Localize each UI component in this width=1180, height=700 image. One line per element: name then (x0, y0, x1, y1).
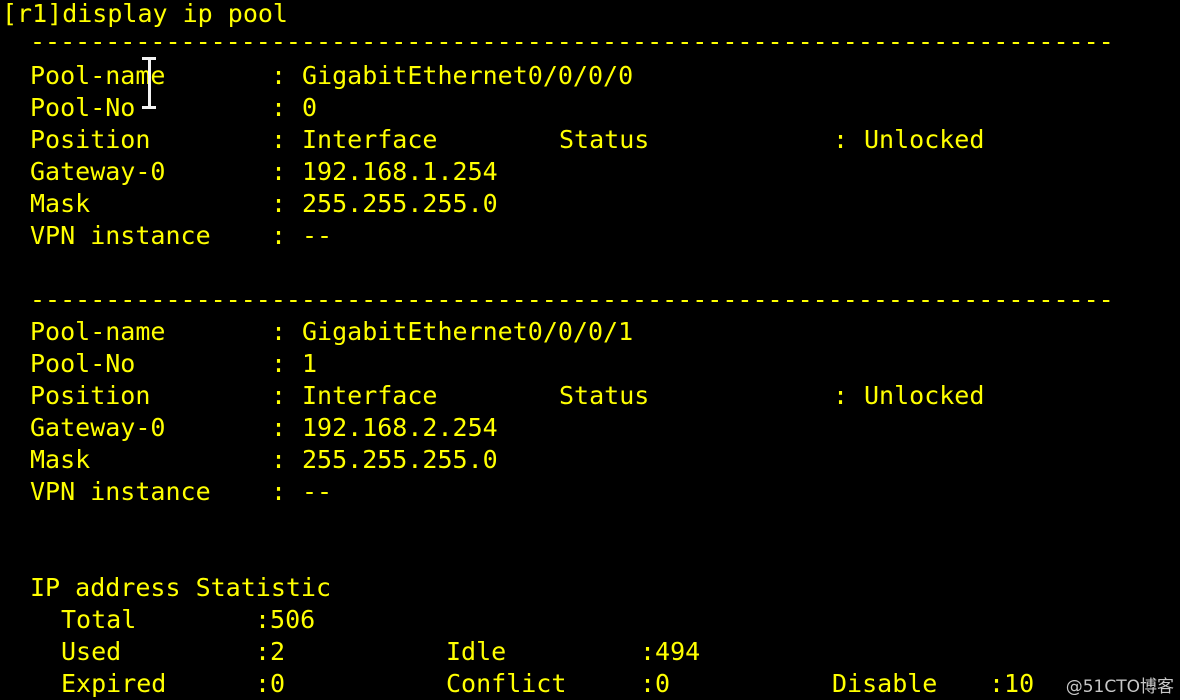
field-colon: : (271, 157, 287, 186)
field-label: Mask (30, 189, 91, 218)
field-value: Interface (302, 381, 438, 410)
field-colon: : (271, 61, 287, 90)
pool-row: Gateway-0 : 192.168.1.254 (0, 156, 1180, 188)
field-colon: : (271, 381, 287, 410)
pool-row: Pool-No : 0 (0, 92, 1180, 124)
status-colon: : (833, 125, 849, 154)
field-label: Pool-No (30, 349, 136, 378)
field-colon: : (271, 189, 287, 218)
statistics-row: Expired :0 Conflict :0 Disable :10 (0, 668, 1180, 700)
separator-rule-1: ----------------------------------------… (30, 27, 1114, 56)
stat-label-2: Idle (446, 637, 507, 666)
status-label: Status (559, 125, 650, 154)
status-value: Unlocked (864, 125, 985, 154)
field-label: VPN instance (30, 477, 211, 506)
field-value: 0 (302, 93, 318, 122)
stat-value: :0 (255, 669, 286, 698)
field-label: Mask (30, 445, 91, 474)
field-value: -- (302, 477, 333, 506)
field-colon: : (271, 349, 287, 378)
field-value: 1 (302, 349, 318, 378)
status-colon: : (833, 381, 849, 410)
stat-value: :506 (255, 605, 316, 634)
pool-row: VPN instance : -- (0, 220, 1180, 252)
field-label: Gateway-0 (30, 413, 166, 442)
field-value: Interface (302, 125, 438, 154)
statistics-row: Used :2 Idle :494 (0, 636, 1180, 668)
pool-row: Pool-No : 1 (0, 348, 1180, 380)
watermark: @51CTO博客 (1065, 677, 1174, 697)
field-value: 255.255.255.0 (302, 445, 498, 474)
field-colon: : (271, 445, 287, 474)
field-label: Pool-No (30, 93, 136, 122)
pool-row: Position : Interface Status : Unlocked (0, 380, 1180, 412)
status-value: Unlocked (864, 381, 985, 410)
field-label: Pool-name (30, 61, 166, 90)
field-colon: : (271, 413, 287, 442)
stat-value-3: :10 (989, 669, 1035, 698)
stat-value: :2 (255, 637, 286, 666)
stat-label-3: Disable (832, 669, 938, 698)
pool-row: Mask : 255.255.255.0 (0, 188, 1180, 220)
field-value: 192.168.1.254 (302, 157, 498, 186)
field-label: Position (30, 381, 151, 410)
pool-row: Position : Interface Status : Unlocked (0, 124, 1180, 156)
statistics-heading: IP address Statistic (30, 573, 332, 602)
field-value: GigabitEthernet0/0/0/0 (302, 61, 634, 90)
stat-value-2: :494 (640, 637, 701, 666)
field-colon: : (271, 477, 287, 506)
pool-row: Mask : 255.255.255.0 (0, 444, 1180, 476)
stat-value-2: :0 (640, 669, 671, 698)
field-colon: : (271, 93, 287, 122)
stat-label: Total (61, 605, 137, 634)
field-colon: : (271, 125, 287, 154)
field-value: 255.255.255.0 (302, 189, 498, 218)
pool-row: VPN instance : -- (0, 476, 1180, 508)
stat-label: Used (61, 637, 122, 666)
field-label: Gateway-0 (30, 157, 166, 186)
stat-label-2: Conflict (446, 669, 567, 698)
separator-rule-2: ----------------------------------------… (30, 285, 1114, 314)
field-value: -- (302, 221, 333, 250)
pool-row: Pool-name : GigabitEthernet0/0/0/1 (0, 316, 1180, 348)
field-label: Position (30, 125, 151, 154)
field-label: VPN instance (30, 221, 211, 250)
terminal-window[interactable]: [r1]display ip pool --------------------… (0, 0, 1180, 700)
field-value: 192.168.2.254 (302, 413, 498, 442)
field-value: GigabitEthernet0/0/0/1 (302, 317, 634, 346)
field-colon: : (271, 221, 287, 250)
status-label: Status (559, 381, 650, 410)
statistics-row: Total :506 (0, 604, 1180, 636)
pool-row: Pool-name : GigabitEthernet0/0/0/0 (0, 60, 1180, 92)
pool-row: Gateway-0 : 192.168.2.254 (0, 412, 1180, 444)
field-colon: : (271, 317, 287, 346)
field-label: Pool-name (30, 317, 166, 346)
stat-label: Expired (61, 669, 167, 698)
